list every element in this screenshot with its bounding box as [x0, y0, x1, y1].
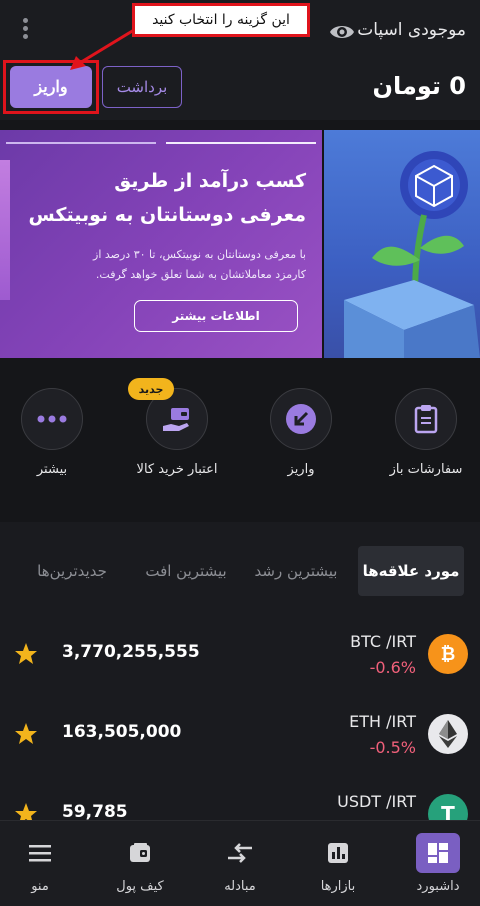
promo-banner[interactable]: کسب درآمد از طریق معرفی دوستانتان به نوب… [0, 130, 480, 358]
bitcoin-icon: ₿ [428, 634, 468, 674]
quick-actions: سفارشات باز واریز اعتبار خرید کالا بیشتر [0, 380, 480, 490]
nav-exchange[interactable]: مبادله [192, 821, 288, 906]
wallet-icon [118, 833, 162, 873]
coin-pair: USDT /IRT [337, 792, 416, 811]
tab-top-gainers[interactable]: بیشترین رشد [244, 546, 348, 596]
clipboard-icon [414, 405, 438, 434]
bar-chart-icon [316, 833, 360, 873]
favorite-star-icon[interactable] [14, 802, 38, 820]
nav-dashboard[interactable]: داشبورد [390, 821, 480, 906]
svg-text:₿: ₿ [441, 644, 456, 665]
nav-label: بازارها [320, 879, 356, 894]
nav-label: کیف پول [116, 879, 164, 894]
coin-row-btc[interactable]: ₿ BTC /IRT -0.6% 3,770,255,555 [0, 614, 480, 694]
goods-credit-label: اعتبار خرید کالا [136, 462, 218, 477]
quick-deposit-label: واریز [287, 462, 315, 477]
favorite-star-icon[interactable] [14, 642, 38, 666]
dashboard-icon [416, 833, 460, 873]
new-badge: جدید [128, 378, 174, 400]
coin-pair: BTC /IRT [350, 632, 416, 651]
coin-change: -0.5% [369, 738, 416, 757]
swap-arrows-icon [218, 833, 262, 873]
coin-change: -0.6% [369, 658, 416, 677]
annotation-instruction: این گزینه را انتخاب کنید [132, 3, 310, 37]
more-button[interactable] [21, 388, 83, 450]
carousel-indicator [0, 142, 322, 148]
nav-menu[interactable]: منو [0, 821, 88, 906]
favorite-star-icon[interactable] [14, 722, 38, 746]
banner-description-line2: کارمزد معاملاتشان به شما تعلق خواهد گرفت… [95, 268, 306, 281]
nav-markets[interactable]: بازارها [290, 821, 386, 906]
tab-top-losers[interactable]: بیشترین افت [134, 546, 238, 596]
banner-title-line1: کسب درآمد از طریق [114, 170, 306, 192]
nav-wallet[interactable]: کیف پول [92, 821, 188, 906]
banner-description-line1: با معرفی دوستانتان به نوبیتکس، تا ۳۰ درص… [93, 248, 306, 261]
plant-cube-illustration-icon [344, 151, 480, 358]
banner-illustration [324, 130, 480, 358]
tether-icon: T [428, 794, 468, 820]
ethereum-icon [428, 714, 468, 754]
more-dots-icon [37, 415, 67, 423]
eye-icon[interactable] [328, 20, 356, 44]
wallet-hand-icon [163, 408, 189, 431]
deposit-arrow-icon [286, 404, 316, 434]
nav-label: مبادله [224, 879, 256, 894]
previous-slide-peek [0, 160, 10, 300]
coin-price: 59,785 [62, 802, 128, 820]
nav-label: داشبورد [416, 879, 460, 894]
market-tabs: مورد علاقه‌ها بیشترین رشد بیشترین افت جد… [0, 546, 480, 596]
balance-label: موجودی اسپات [357, 20, 466, 40]
coin-price: 3,770,255,555 [62, 642, 200, 662]
banner-title-line2: معرفی دوستانتان به نوبیتکس [28, 204, 306, 226]
quick-deposit-button[interactable] [270, 388, 332, 450]
open-orders-label: سفارشات باز [389, 462, 463, 477]
kebab-menu-icon[interactable] [18, 18, 32, 46]
annotation-arrow-icon [70, 28, 135, 70]
tab-favorites[interactable]: مورد علاقه‌ها [358, 546, 464, 596]
more-label: بیشتر [36, 462, 68, 477]
banner-more-info-button[interactable]: اطلاعات بیشتر [134, 300, 298, 332]
referral-banner-slide[interactable]: کسب درآمد از طریق معرفی دوستانتان به نوب… [0, 130, 322, 358]
open-orders-button[interactable] [395, 388, 457, 450]
hamburger-menu-icon [18, 833, 62, 873]
coin-row-eth[interactable]: ETH /IRT -0.5% 163,505,000 [0, 694, 480, 774]
coin-price: 163,505,000 [62, 722, 182, 742]
balance-amount: 0 تومان [372, 72, 466, 100]
tab-newest[interactable]: جدیدترین‌ها [16, 546, 128, 596]
nav-label: منو [31, 879, 49, 894]
coin-pair: ETH /IRT [349, 712, 416, 731]
svg-text:T: T [441, 802, 455, 820]
bottom-navigation: داشبورد بازارها مبادله کیف پول منو [0, 820, 480, 906]
coin-row-usdt[interactable]: T USDT /IRT 59,785 [0, 774, 480, 820]
